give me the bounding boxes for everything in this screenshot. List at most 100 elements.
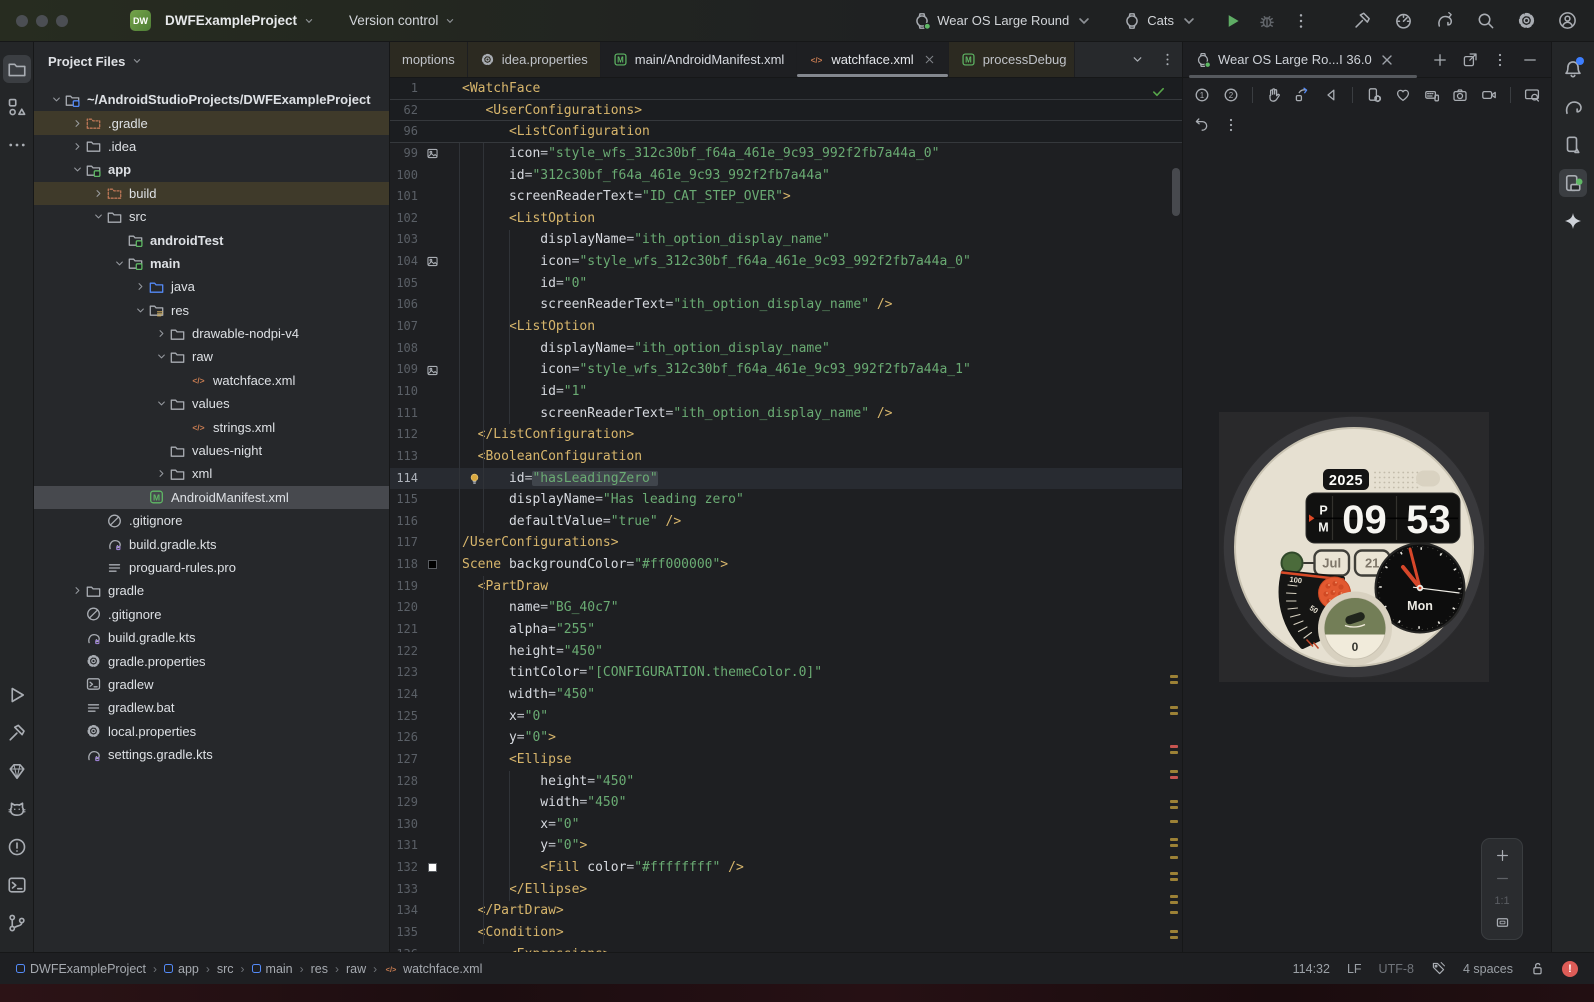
bulb-gutter-icon[interactable] <box>420 468 478 490</box>
run-button[interactable] <box>1218 8 1248 34</box>
breadcrumb-main[interactable]: main <box>251 962 293 976</box>
problems-tool-button[interactable] <box>3 833 31 861</box>
swatch-white-gutter-icon[interactable] <box>420 857 444 879</box>
device-selector[interactable]: Wear OS Large Round <box>907 8 1099 34</box>
structure-tool-button[interactable] <box>3 93 31 121</box>
version-control-tool-button[interactable] <box>3 909 31 937</box>
tree-item-gradle[interactable]: gradle <box>34 579 389 602</box>
chevron-right-icon[interactable] <box>132 280 148 294</box>
hardware-input-button[interactable] <box>1419 82 1445 108</box>
indent-setting[interactable]: 4 spaces <box>1463 962 1513 976</box>
tree-item-strings-xml[interactable]: </> strings.xml <box>34 415 389 438</box>
chevron-right-icon[interactable] <box>69 116 85 130</box>
device-manager-button[interactable] <box>1559 131 1587 159</box>
tab-scroll-thumb[interactable] <box>1189 75 1417 78</box>
breadcrumb-app[interactable]: app <box>164 962 199 976</box>
breadcrumb-res[interactable]: res <box>311 962 328 976</box>
tree-item-main[interactable]: main <box>34 252 389 275</box>
caret-position[interactable]: 114:32 <box>1293 962 1330 976</box>
run-more-button[interactable] <box>1286 8 1316 34</box>
breadcrumb-raw[interactable]: raw <box>346 962 366 976</box>
breadcrumb-watchface-xml[interactable]: </> watchface.xml <box>384 962 483 976</box>
tree-item-androidmanifest-xml[interactable]: M AndroidManifest.xml <box>34 485 389 510</box>
bulb-icon[interactable] <box>468 472 481 485</box>
tab-options-button[interactable] <box>1152 42 1182 77</box>
tree-item--androidstudioprojects-dwfexampleproject[interactable]: ~/AndroidStudioProjects/DWFExampleProjec… <box>34 88 389 111</box>
device-settings-button[interactable] <box>1361 82 1387 108</box>
breadcrumb-src[interactable]: src <box>217 962 234 976</box>
project-tool-button[interactable] <box>2 55 31 83</box>
screen-record-button[interactable] <box>1476 82 1502 108</box>
gradle-tool-button[interactable] <box>1559 93 1587 121</box>
zoom-actual-button[interactable]: 1:1 <box>1494 895 1509 907</box>
back-button-button[interactable] <box>1318 82 1344 108</box>
palm-gesture-button[interactable] <box>1261 82 1287 108</box>
chevron-down-icon[interactable] <box>111 256 127 270</box>
tree-item-proguard-rules-pro[interactable]: proguard-rules.pro <box>34 556 389 579</box>
swatch-black-gutter-icon[interactable] <box>420 554 444 576</box>
window-controls[interactable] <box>16 14 68 27</box>
panel-options-button[interactable] <box>1487 47 1513 73</box>
tree-item-build-gradle-kts[interactable]: build.gradle.kts <box>34 626 389 649</box>
tree-item-drawable-nodpi-v4[interactable]: drawable-nodpi-v4 <box>34 322 389 345</box>
error-indicator[interactable]: ! <box>1562 960 1578 977</box>
zoom-window-button[interactable] <box>56 14 68 27</box>
chevron-right-icon[interactable] <box>153 467 169 481</box>
tree-item-local-properties[interactable]: local.properties <box>34 720 389 743</box>
run-tool-button[interactable] <box>3 681 31 709</box>
more-kebab-button[interactable] <box>1218 112 1244 138</box>
tree-item--gitignore[interactable]: .gitignore <box>34 603 389 626</box>
tree-item-settings-gradle-kts[interactable]: settings.gradle.kts <box>34 743 389 766</box>
chevron-right-icon[interactable] <box>69 584 85 598</box>
chevron-right-icon[interactable] <box>69 139 85 153</box>
terminal-tool-button[interactable] <box>3 871 31 899</box>
gradle-sync-button[interactable] <box>1432 8 1457 33</box>
run-config-selector[interactable]: Cats <box>1117 8 1204 34</box>
tree-item-androidtest[interactable]: androidTest <box>34 228 389 251</box>
tree-item-res[interactable]: res <box>34 299 389 322</box>
code-editor[interactable]: 1 <WatchFace 62 <UserConfigurations> 96 <List… <box>390 78 1182 952</box>
account-button[interactable] <box>1555 8 1580 33</box>
add-device-button[interactable] <box>1427 47 1453 73</box>
tree-item-build[interactable]: build <box>34 181 389 205</box>
project-switcher[interactable]: DWFExampleProject <box>159 9 321 32</box>
zoom-in-button[interactable] <box>1495 848 1510 863</box>
tree-item-watchface-xml[interactable]: </> watchface.xml <box>34 369 389 392</box>
chevron-right-icon[interactable] <box>153 327 169 341</box>
heart-rate-button[interactable] <box>1390 82 1416 108</box>
tab-main-androidmanifest-xml[interactable]: Mmain/AndroidManifest.xml <box>600 42 798 77</box>
wrist-tilt-button[interactable] <box>1289 82 1315 108</box>
chevron-down-icon[interactable] <box>69 163 85 177</box>
build-hammer-button[interactable] <box>1350 8 1375 33</box>
settings-button[interactable] <box>1514 8 1539 33</box>
picture-gutter-icon[interactable] <box>420 251 444 273</box>
logcat-tool-button[interactable] <box>3 795 31 823</box>
debug-button[interactable] <box>1252 8 1282 34</box>
tree-item-java[interactable]: java <box>34 275 389 298</box>
chevron-down-icon[interactable] <box>153 350 169 364</box>
zoom-fit-button[interactable] <box>1495 915 1510 930</box>
reset-view-button[interactable] <box>1189 112 1215 138</box>
tree-item-gradlew[interactable]: gradlew <box>34 673 389 696</box>
zoom-out-button[interactable] <box>1495 871 1510 886</box>
line-ending[interactable]: LF <box>1347 962 1362 976</box>
tree-item--gitignore[interactable]: .gitignore <box>34 509 389 532</box>
gemini-button[interactable] <box>1559 207 1587 235</box>
vcs-menu[interactable]: Version control <box>343 9 462 32</box>
profiler-button[interactable] <box>1391 8 1416 33</box>
build-tool-button[interactable] <box>3 719 31 747</box>
file-encoding[interactable]: UTF-8 <box>1379 962 1414 976</box>
inspections-ok-icon[interactable] <box>1151 84 1166 99</box>
more-tools-button[interactable] <box>3 131 31 159</box>
minimize-window-button[interactable] <box>36 14 48 27</box>
tree-item-app[interactable]: app <box>34 158 389 181</box>
wear-button-1-button[interactable]: 1 <box>1189 82 1215 108</box>
tab-moptions[interactable]: moptions <box>390 42 468 77</box>
chevron-down-icon[interactable] <box>132 303 148 317</box>
tree-item-xml[interactable]: xml <box>34 462 389 485</box>
picture-gutter-icon[interactable] <box>420 143 444 165</box>
chevron-down-icon[interactable] <box>90 210 106 224</box>
breadcrumb-dwfexampleproject[interactable]: DWFExampleProject <box>16 962 146 976</box>
tree-item-raw[interactable]: raw <box>34 345 389 368</box>
tree-item-values[interactable]: values <box>34 392 389 415</box>
